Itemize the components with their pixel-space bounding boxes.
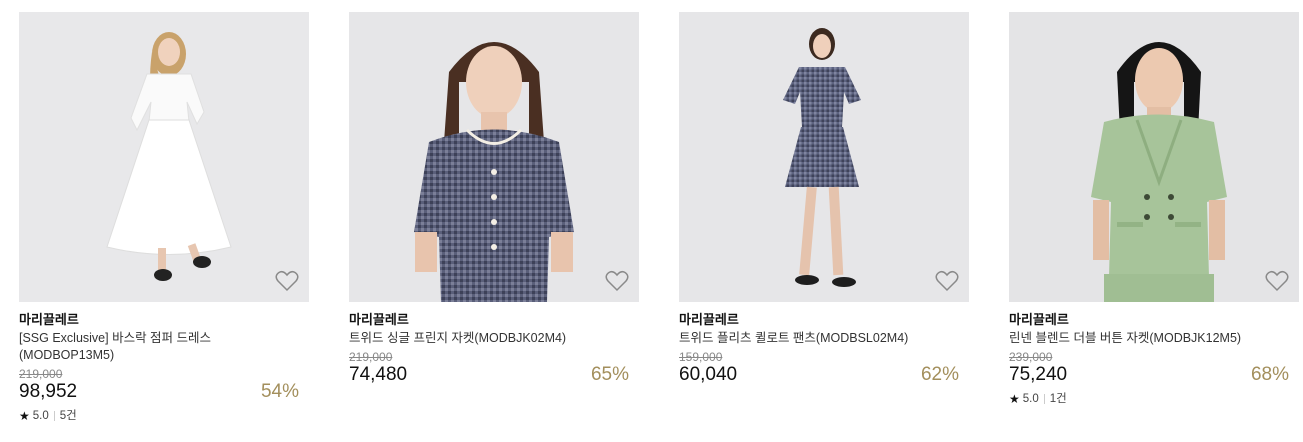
original-price: 219,000	[19, 367, 63, 381]
product-image[interactable]	[1009, 12, 1299, 302]
discount-rate: 62%	[920, 364, 959, 385]
price-row: 219,000 98,952 54%	[19, 367, 309, 403]
rating: ★ 5.0 5건	[19, 409, 309, 423]
product-card[interactable]: 마리끌레르 린넨 블렌드 더블 버튼 자켓(MODBJK12M5) 239,00…	[1009, 12, 1299, 406]
price-row: 219,000 74,480 65%	[349, 350, 639, 386]
product-card[interactable]: 마리끌레르 트위드 플리츠 퀼로트 팬츠(MODBSL02M4) 159,000…	[679, 12, 969, 386]
star-icon: ★	[1009, 392, 1020, 406]
review-count: 5건	[59, 410, 77, 422]
review-count: 1건	[1049, 393, 1067, 405]
product-name[interactable]: 린넨 블렌드 더블 버튼 자켓(MODBJK12M5)	[1009, 330, 1249, 347]
brand-name: 마리끌레르	[19, 312, 79, 327]
rating-score: 5.0	[1022, 393, 1039, 405]
divider	[53, 411, 55, 421]
original-price: 159,000	[679, 350, 723, 364]
brand-name: 마리끌레르	[349, 312, 409, 327]
product-name[interactable]: [SSG Exclusive] 바스락 점퍼 드레스 (MODBOP13M5)	[19, 330, 259, 364]
product-card[interactable]: 마리끌레르 [SSG Exclusive] 바스락 점퍼 드레스 (MODBOP…	[19, 12, 309, 423]
product-image[interactable]	[349, 12, 639, 302]
original-price: 239,000	[1009, 350, 1053, 364]
product-image[interactable]	[19, 12, 309, 302]
price-row: 159,000 60,040 62%	[679, 350, 969, 386]
heart-outline-icon[interactable]	[275, 270, 299, 292]
heart-outline-icon[interactable]	[1265, 270, 1289, 292]
heart-outline-icon[interactable]	[935, 270, 959, 292]
brand-name: 마리끌레르	[679, 312, 739, 327]
rating-score: 5.0	[32, 410, 49, 422]
divider	[1043, 394, 1045, 404]
green-linen-jacket-photo	[1009, 12, 1299, 302]
price-row: 239,000 75,240 68%	[1009, 350, 1299, 386]
tweed-jacket-photo	[349, 12, 639, 302]
product-card[interactable]: 마리끌레르 트위드 싱글 프린지 자켓(MODBJK02M4) 219,000 …	[349, 12, 639, 386]
product-image[interactable]	[679, 12, 969, 302]
product-name[interactable]: 트위드 싱글 프린지 자켓(MODBJK02M4)	[349, 330, 589, 347]
discount-rate: 65%	[590, 364, 629, 385]
discount-rate: 54%	[260, 381, 299, 402]
product-grid: 마리끌레르 [SSG Exclusive] 바스락 점퍼 드레스 (MODBOP…	[0, 0, 1303, 442]
star-icon: ★	[19, 409, 30, 423]
white-dress-photo	[19, 12, 309, 302]
heart-outline-icon[interactable]	[605, 270, 629, 292]
discount-rate: 68%	[1250, 364, 1289, 385]
brand-name: 마리끌레르	[1009, 312, 1069, 327]
original-price: 219,000	[349, 350, 393, 364]
tweed-culotte-photo	[679, 12, 969, 302]
product-name[interactable]: 트위드 플리츠 퀼로트 팬츠(MODBSL02M4)	[679, 330, 919, 347]
rating: ★ 5.0 1건	[1009, 392, 1299, 406]
